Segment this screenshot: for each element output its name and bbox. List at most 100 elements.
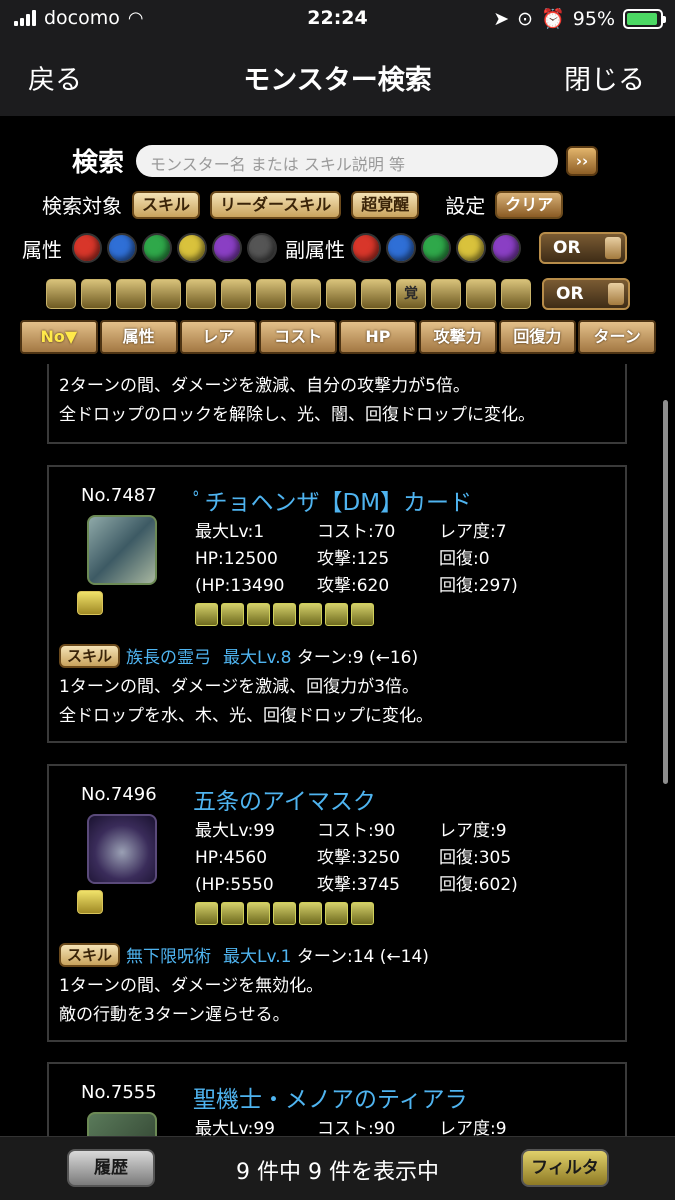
result-card[interactable]: No.7487 ﾟチョヘンザ【DM】カード 最大Lv:1 コスト:70 レア度:7 … [47,465,627,743]
monster-stats: 最大Lv:99 コスト:90 レア度:9 [195,1119,507,1136]
skill-desc-line: 敵の行動を3ターン遅らせる。 [59,1005,290,1025]
result-list[interactable]: 2ターンの間、ダメージを激減、自分の攻撃力が5倍。 全ドロップのロックを解除し、… [0,364,675,1136]
awaken-icon-8[interactable] [291,279,321,309]
awaken-icon-11[interactable]: 覚 [396,279,426,309]
awakening-icon [299,902,322,925]
monster-thumbnail[interactable] [87,1112,157,1136]
awakening-icon [247,603,270,626]
skill-desc-line: 1ターンの間、ダメージを激減、回復力が3倍。 [59,677,419,697]
monster-type-icon [77,591,103,615]
attr-water-orb[interactable] [107,233,137,263]
nav-bar: 戻る モンスター検索 閉じる [0,36,675,116]
subattr-light-orb[interactable] [456,233,486,263]
search-input[interactable]: モンスター名 または スキル説明 等 [136,144,559,177]
scrollbar[interactable] [663,400,668,784]
attr-none-icon[interactable] [247,233,277,263]
sort-attack-button[interactable]: 攻撃力 [418,320,497,354]
target-skill-button[interactable]: スキル [132,190,201,219]
awaken-icon-4[interactable] [151,279,181,309]
target-label: 検索対象 [42,194,122,218]
sort-hp-button[interactable]: HP [339,320,417,354]
status-right: ➤ ⊙ ⏰ 95% [493,7,666,30]
bottom-bar: 履歴 9 件中 9 件を表示中 フィルタ [0,1136,675,1200]
alarm-icon: ⏰ [541,8,565,30]
awaken-icon-6[interactable] [221,279,251,309]
sub-attribute-label: 副属性 [285,237,345,262]
target-super-awaken-button[interactable]: 超覚醒 [351,190,420,219]
skill-level: 最大Lv.1 [223,947,292,967]
attr-wood-orb[interactable] [142,233,172,263]
attr-dark-orb[interactable] [212,233,242,263]
settings-label: 設定 [445,194,486,218]
monster-stats: 最大Lv:99 コスト:90 レア度:9 HP:4560 攻撃:3250 回復:305 … [195,821,518,895]
skill-line: スキル 族長の霊弓 最大Lv.8 ターン:9 (←16) [59,643,418,668]
awaken-icon-1[interactable] [46,279,76,309]
search-go-button[interactable]: ›› [566,145,599,176]
result-card[interactable]: No.7555 聖機士・メノアのティアラ 最大Lv:99 コスト:90 レア度:9 [47,1062,627,1136]
awaken-icon-2[interactable] [81,279,111,309]
sort-turn-button[interactable]: ターン [578,320,656,354]
awaken-icon-5[interactable] [186,279,216,309]
skill-tag: スキル [59,643,121,668]
target-leader-skill-button[interactable]: リーダースキル [210,190,342,219]
attr-light-orb[interactable] [177,233,207,263]
search-label: 検索 [72,148,125,178]
filter-button[interactable]: フィルタ [521,1149,609,1187]
monster-thumbnail[interactable] [87,515,157,585]
attr-mode-toggle[interactable]: OR [539,232,627,264]
awaken-icon-3[interactable] [116,279,146,309]
sort-bar: No▼ 属性 レア コスト HP 攻撃力 回復力 ターン [20,320,656,354]
awakening-icon [351,603,374,626]
sort-no-button[interactable]: No▼ [20,320,98,354]
skill-turn: ターン:9 (←16) [296,648,419,668]
awakening-icon [299,603,322,626]
awaken-icon-7[interactable] [256,279,286,309]
awakening-icon [325,603,348,626]
skill-desc-line: 1ターンの間、ダメージを無効化。 [59,976,324,996]
attr-fire-orb[interactable] [72,233,102,263]
sort-attribute-button[interactable]: 属性 [99,320,178,354]
awaken-icon-13[interactable] [466,279,496,309]
search-panel: 検索 モンスター名 または スキル説明 等 ›› 検索対象 スキル リーダースキ… [0,116,675,364]
awaken-mode-toggle[interactable]: OR [542,278,630,310]
subattr-wood-orb[interactable] [421,233,451,263]
attribute-label: 属性 [22,237,62,262]
target-row: 検索対象 スキル リーダースキル 超覚醒 設定 クリア [42,190,564,219]
awaken-icon-9[interactable] [326,279,356,309]
awaken-icon-12[interactable] [431,279,461,309]
sort-cost-button[interactable]: コスト [259,320,337,354]
awakening-icon [221,603,244,626]
subattr-water-orb[interactable] [386,233,416,263]
awakening-icons [195,603,374,626]
rotation-lock-icon: ⊙ [517,7,534,30]
close-button[interactable]: 閉じる [564,58,645,97]
awakening-icon [221,902,244,925]
skill-name: 族長の霊弓 [126,648,212,668]
awakening-icon [325,902,348,925]
subattr-dark-orb[interactable] [491,233,521,263]
awaken-icon-14[interactable] [501,279,531,309]
awakening-icon [195,603,218,626]
location-icon: ➤ [493,7,510,30]
battery-percent: 95% [572,7,615,30]
sort-recovery-button[interactable]: 回復力 [498,320,577,354]
result-card-partial[interactable]: 2ターンの間、ダメージを激減、自分の攻撃力が5倍。 全ドロップのロックを解除し、… [47,364,627,444]
skill-desc-line: 全ドロップを水、木、光、回復ドロップに変化。 [59,706,433,726]
monster-name[interactable]: 五条のアイマスク [193,782,376,816]
subattr-fire-orb[interactable] [351,233,381,263]
skill-line: スキル 無下限呪術 最大Lv.1 ターン:14 (←14) [59,942,429,967]
skill-desc-line: 全ドロップのロックを解除し、光、闇、回復ドロップに変化。 [59,405,535,425]
monster-number: No.7555 [81,1082,157,1103]
monster-thumbnail[interactable] [87,814,157,884]
awakening-icon [273,902,296,925]
monster-name[interactable]: ﾟチョヘンザ【DM】カード [193,483,472,517]
result-card[interactable]: No.7496 五条のアイマスク 最大Lv:99 コスト:90 レア度:9 HP:4… [47,764,627,1042]
awakening-icon [351,902,374,925]
awakening-icon [247,902,270,925]
skill-name: 無下限呪術 [126,947,212,967]
sort-rarity-button[interactable]: レア [179,320,258,354]
clear-button[interactable]: クリア [495,190,564,219]
status-bar: docomo ◠ 22:24 ➤ ⊙ ⏰ 95% [0,0,675,36]
awaken-icon-10[interactable] [361,279,391,309]
monster-name[interactable]: 聖機士・メノアのティアラ [193,1080,468,1114]
